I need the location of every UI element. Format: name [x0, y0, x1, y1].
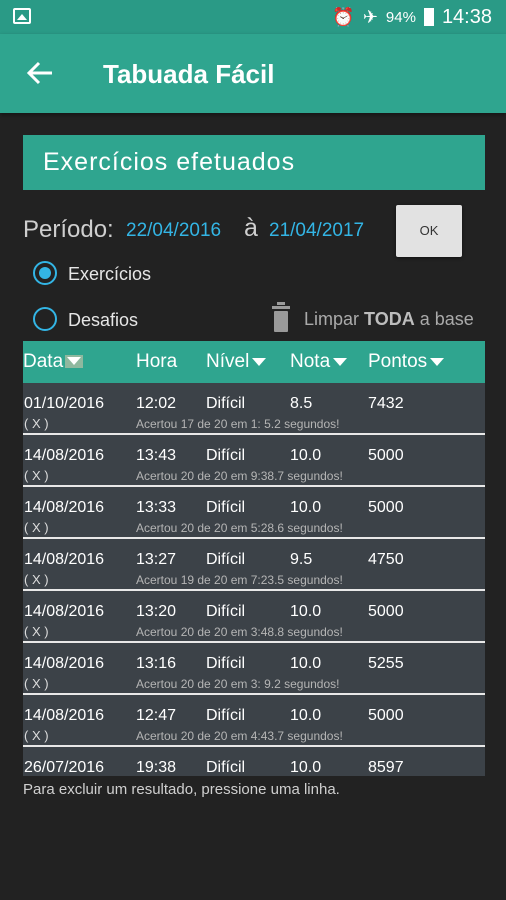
delete-marker[interactable]: ( X )	[24, 416, 49, 431]
header-nota[interactable]: Nota	[290, 351, 348, 373]
cell-date: 14/08/2016	[24, 499, 105, 516]
cell-grade: 10.0	[290, 707, 322, 724]
table-row[interactable]: 14/08/2016 12:47 Difícil 10.0 5000 ( X )…	[23, 695, 485, 747]
table-row[interactable]: 14/08/2016 13:27 Difícil 9.5 4750 ( X ) …	[23, 539, 485, 591]
cell-level: Difícil	[206, 395, 246, 412]
airplane-icon: ✈	[362, 7, 378, 27]
sort-arrow-icon	[430, 357, 445, 366]
delete-marker[interactable]: ( X )	[24, 728, 49, 743]
delete-marker[interactable]: ( X )	[24, 624, 49, 639]
table-row[interactable]: 14/08/2016 13:33 Difícil 10.0 5000 ( X )…	[23, 487, 485, 539]
header-pontos[interactable]: Pontos	[368, 351, 445, 373]
status-bar: ⏰ ✈ 94% 14:38	[0, 0, 506, 34]
row-detail: Acertou 17 de 20 em 1: 5.2 segundos!	[136, 417, 340, 431]
cell-time: 13:33	[136, 499, 177, 516]
cell-time: 13:20	[136, 603, 177, 620]
table-header: Data Hora Nível Nota Pontos	[23, 341, 485, 383]
results-list[interactable]: 01/10/2016 12:02 Difícil 8.5 7432 ( X ) …	[23, 383, 485, 776]
delete-marker[interactable]: ( X )	[24, 676, 49, 691]
sort-arrow-icon	[65, 355, 84, 369]
ok-button[interactable]: OK	[396, 205, 462, 257]
radio-desafios-label[interactable]: Desafios	[68, 310, 138, 331]
clear-database-link[interactable]: Limpar TODA a base	[304, 309, 474, 330]
date-to[interactable]: 21/04/2017	[269, 220, 364, 242]
battery-percent: 94%	[385, 8, 416, 26]
cell-date: 14/08/2016	[24, 707, 105, 724]
battery-icon	[423, 8, 434, 26]
section-title: Exercícios efetuados	[23, 135, 485, 190]
header-nivel[interactable]: Nível	[206, 351, 267, 373]
cell-time: 19:38	[136, 759, 177, 776]
delete-marker[interactable]: ( X )	[24, 468, 49, 483]
delete-marker[interactable]: ( X )	[24, 572, 49, 587]
cell-date: 14/08/2016	[24, 655, 105, 672]
row-detail: Acertou 20 de 20 em 3:48.8 segundos!	[136, 625, 343, 639]
cell-time: 13:43	[136, 447, 177, 464]
row-detail: Acertou 20 de 20 em 5:28.6 segundos!	[136, 521, 343, 535]
cell-points: 5255	[368, 655, 404, 672]
app-bar: Tabuada Fácil	[0, 34, 506, 113]
cell-time: 13:16	[136, 655, 177, 672]
gallery-icon	[13, 8, 31, 24]
radio-exercicios-label[interactable]: Exercícios	[68, 264, 151, 285]
trash-icon[interactable]	[271, 301, 291, 333]
table-row[interactable]: 26/07/2016 19:38 Difícil 10.0 8597	[23, 747, 485, 776]
hint-text: Para excluir um resultado, pressione uma…	[23, 781, 340, 798]
cell-grade: 10.0	[290, 499, 322, 516]
table-row[interactable]: 01/10/2016 12:02 Difícil 8.5 7432 ( X ) …	[23, 383, 485, 435]
cell-points: 5000	[368, 499, 404, 516]
table-row[interactable]: 14/08/2016 13:16 Difícil 10.0 5255 ( X )…	[23, 643, 485, 695]
cell-grade: 10.0	[290, 759, 322, 776]
alarm-icon: ⏰	[332, 7, 355, 27]
cell-date: 01/10/2016	[24, 395, 105, 412]
sort-arrow-icon	[333, 357, 348, 366]
radio-desafios[interactable]	[33, 307, 57, 331]
cell-grade: 8.5	[290, 395, 313, 412]
cell-date: 14/08/2016	[24, 551, 105, 568]
delete-marker[interactable]: ( X )	[24, 520, 49, 535]
cell-date: 26/07/2016	[24, 759, 105, 776]
period-label: Período:	[23, 216, 114, 243]
header-hora[interactable]: Hora	[136, 351, 177, 373]
header-data[interactable]: Data	[23, 351, 84, 373]
app-title: Tabuada Fácil	[103, 59, 275, 89]
cell-level: Difícil	[206, 447, 246, 464]
clock: 14:38	[441, 5, 492, 28]
row-detail: Acertou 20 de 20 em 4:43.7 segundos!	[136, 729, 343, 743]
cell-date: 14/08/2016	[24, 447, 105, 464]
cell-level: Difícil	[206, 499, 246, 516]
back-arrow-icon[interactable]	[26, 59, 54, 87]
cell-points: 7432	[368, 395, 404, 412]
table-row[interactable]: 14/08/2016 13:43 Difícil 10.0 5000 ( X )…	[23, 435, 485, 487]
cell-level: Difícil	[206, 655, 246, 672]
clear-bold: TODA	[364, 309, 415, 329]
period-separator: à	[244, 214, 258, 242]
clear-suffix: a base	[414, 309, 474, 329]
cell-grade: 10.0	[290, 447, 322, 464]
table-row[interactable]: 14/08/2016 13:20 Difícil 10.0 5000 ( X )…	[23, 591, 485, 643]
cell-grade: 9.5	[290, 551, 313, 568]
cell-points: 4750	[368, 551, 404, 568]
cell-points: 5000	[368, 603, 404, 620]
clear-prefix: Limpar	[304, 309, 365, 329]
row-detail: Acertou 20 de 20 em 3: 9.2 segundos!	[136, 677, 340, 691]
cell-level: Difícil	[206, 603, 246, 620]
cell-level: Difícil	[206, 759, 246, 776]
cell-time: 13:27	[136, 551, 177, 568]
row-detail: Acertou 19 de 20 em 7:23.5 segundos!	[136, 573, 343, 587]
cell-level: Difícil	[206, 707, 246, 724]
row-detail: Acertou 20 de 20 em 9:38.7 segundos!	[136, 469, 343, 483]
cell-points: 5000	[368, 447, 404, 464]
cell-points: 8597	[368, 759, 404, 776]
radio-exercicios[interactable]	[33, 261, 57, 285]
date-from[interactable]: 22/04/2016	[126, 220, 221, 242]
cell-date: 14/08/2016	[24, 603, 105, 620]
cell-grade: 10.0	[290, 655, 322, 672]
cell-time: 12:47	[136, 707, 177, 724]
cell-time: 12:02	[136, 395, 177, 412]
cell-level: Difícil	[206, 551, 246, 568]
cell-grade: 10.0	[290, 603, 322, 620]
sort-arrow-icon	[252, 357, 267, 366]
cell-points: 5000	[368, 707, 404, 724]
